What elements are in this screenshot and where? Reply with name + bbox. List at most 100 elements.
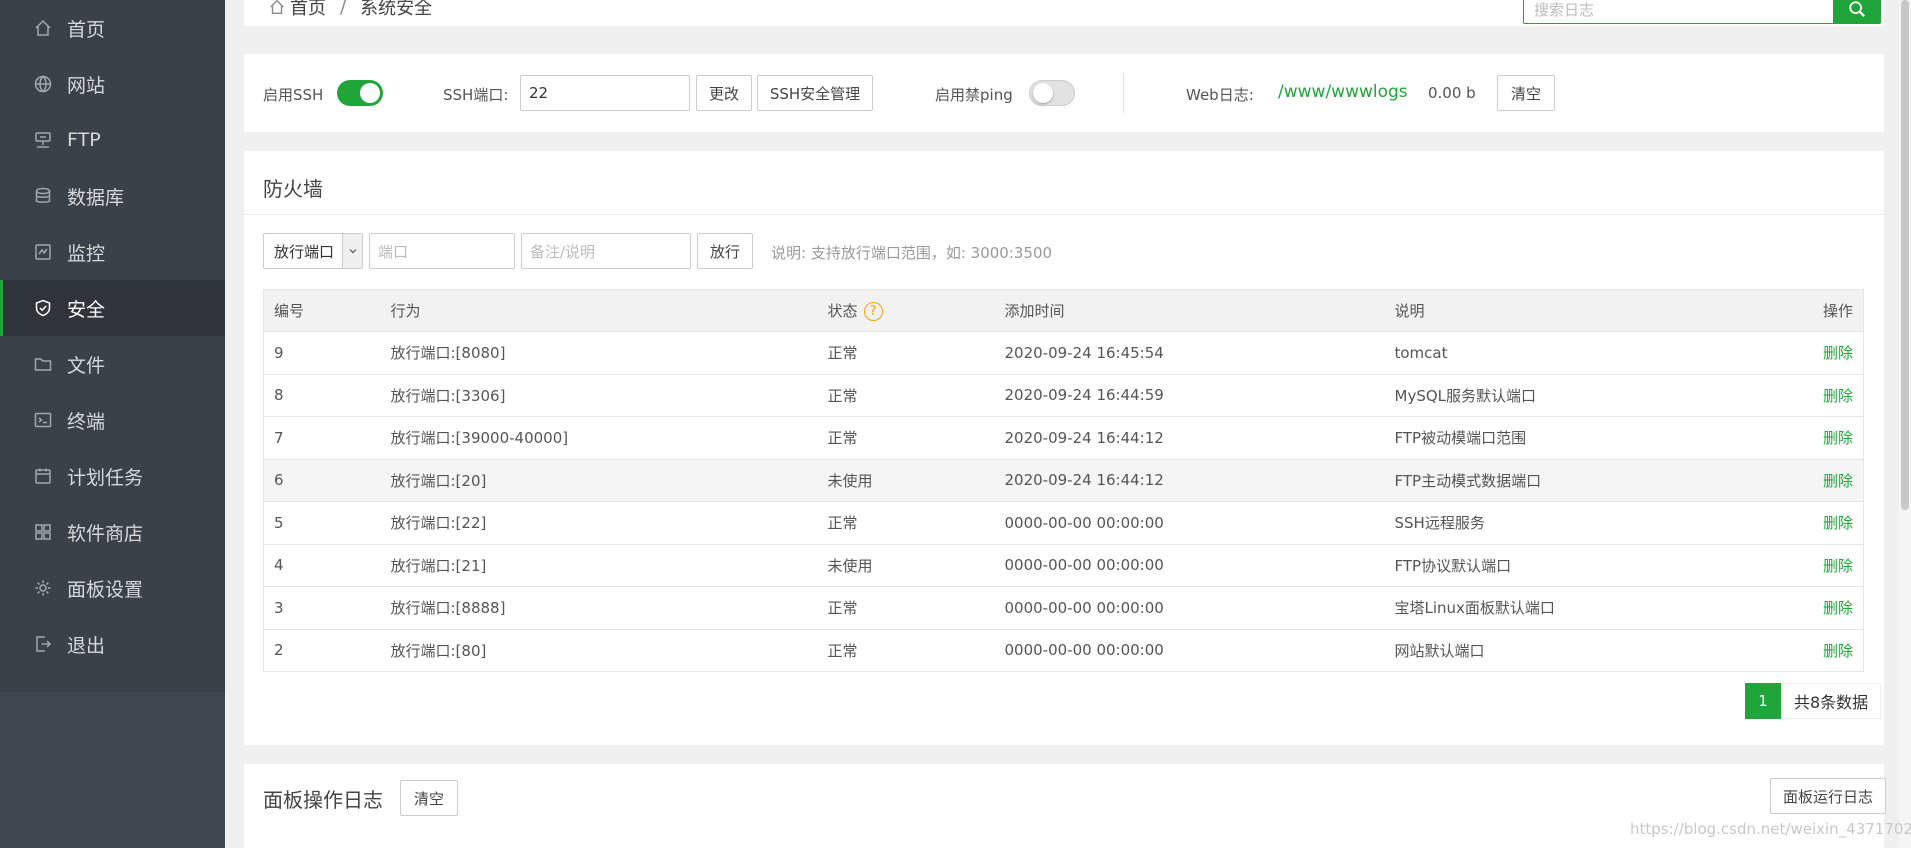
cell-id: 3	[263, 586, 381, 630]
scrollbar-thumb[interactable]	[1901, 0, 1909, 510]
breadcrumb-home[interactable]: 首页	[290, 0, 326, 20]
delete-rule-link[interactable]: 删除	[1744, 586, 1864, 630]
ssh-enable-label: 启用SSH	[263, 86, 324, 104]
weblog-path-link[interactable]: /www/wwwlogs	[1278, 82, 1408, 102]
sidebar-item-10[interactable]: 面板设置	[0, 560, 225, 616]
ping-disable-toggle[interactable]	[1029, 80, 1075, 106]
sidebar-item-4[interactable]: 监控	[0, 224, 225, 280]
table-header-row: 编号 行为 状态? 添加时间 说明 操作	[263, 289, 1864, 332]
firewall-title: 防火墙	[263, 177, 323, 201]
table-row: 3 放行端口:[8888] 正常 0000-00-00 00:00:00 宝塔Linux…	[263, 586, 1864, 630]
gear-icon	[33, 578, 53, 598]
page-1-button[interactable]: 1	[1745, 683, 1781, 719]
ssh-enable-toggle[interactable]	[337, 80, 383, 106]
cell-note: 网站默认端口	[1384, 629, 1745, 672]
cell-time: 0000-00-00 00:00:00	[994, 586, 1385, 630]
delete-rule-link[interactable]: 删除	[1744, 459, 1864, 502]
col-action: 行为	[380, 289, 818, 332]
cell-note: MySQL服务默认端口	[1384, 374, 1745, 417]
cell-status: 未使用	[817, 544, 995, 587]
weblog-label: Web日志:	[1186, 86, 1254, 104]
grid-icon	[33, 522, 53, 542]
search-icon	[1849, 1, 1865, 17]
cell-time: 2020-09-24 16:44:12	[994, 459, 1385, 502]
panel-log-clear-button[interactable]: 清空	[400, 780, 458, 816]
home-icon	[270, 0, 284, 14]
divider	[244, 214, 1884, 215]
delete-rule-link[interactable]: 删除	[1744, 629, 1864, 672]
ftp-icon	[33, 130, 53, 150]
table-row: 9 放行端口:[8080] 正常 2020-09-24 16:45:54 tomcat 删…	[263, 331, 1864, 375]
globe-icon	[33, 74, 53, 94]
cell-action: 放行端口:[8888]	[380, 586, 818, 630]
cell-action: 放行端口:[21]	[380, 544, 818, 587]
sidebar-item-label: 软件商店	[67, 522, 144, 545]
sidebar-item-6[interactable]: 文件	[0, 336, 225, 392]
sidebar-item-1[interactable]: 网站	[0, 56, 225, 112]
sidebar-item-11[interactable]: 退出	[0, 616, 225, 672]
allow-port-button[interactable]: 放行	[697, 233, 753, 269]
search-input[interactable]: 搜索日志	[1523, 0, 1835, 24]
cell-id: 4	[263, 544, 381, 587]
breadcrumb: 首页 / 系统安全	[268, 0, 432, 20]
panel-run-log-button[interactable]: 面板运行日志	[1770, 778, 1886, 814]
cell-note: FTP主动模式数据端口	[1384, 459, 1745, 502]
table-row: 7 放行端口:[39000-40000] 正常 2020-09-24 16:44:12…	[263, 416, 1864, 460]
sidebar-item-8[interactable]: 计划任务	[0, 448, 225, 504]
table-row: 8 放行端口:[3306] 正常 2020-09-24 16:44:59 MySQL服务…	[263, 374, 1864, 417]
cell-note: FTP协议默认端口	[1384, 544, 1745, 587]
sidebar-item-label: 退出	[67, 634, 106, 657]
firewall-type-select[interactable]: 放行端口	[263, 233, 363, 269]
total-count: 共8条数据	[1781, 683, 1882, 719]
help-icon[interactable]: ?	[863, 302, 883, 321]
cell-time: 2020-09-24 16:45:54	[994, 331, 1385, 375]
logout-icon	[33, 634, 53, 654]
folder-icon	[33, 354, 53, 374]
cell-status: 正常	[817, 331, 995, 375]
ssh-port-input[interactable]: 22	[520, 75, 690, 111]
delete-rule-link[interactable]: 删除	[1744, 331, 1864, 375]
sidebar-item-label: 安全	[67, 298, 106, 321]
table-row: 5 放行端口:[22] 正常 0000-00-00 00:00:00 SSH远程服务 删除	[263, 501, 1864, 545]
ssh-port-change-button[interactable]: 更改	[696, 75, 752, 111]
sidebar-item-label: 面板设置	[67, 578, 144, 601]
cell-time: 2020-09-24 16:44:12	[994, 416, 1385, 460]
top-bar: 首页 / 系统安全 搜索日志	[244, 0, 1884, 26]
cell-action: 放行端口:[39000-40000]	[380, 416, 818, 460]
sidebar-item-7[interactable]: 终端	[0, 392, 225, 448]
port-input[interactable]: 端口	[369, 233, 515, 269]
sidebar-menu: 首页网站 FTP 数据库监控安全文件终端计划任务软件商店面板设置退出	[0, 0, 225, 672]
page-scrollbar[interactable]	[1899, 0, 1911, 848]
firewall-hint: 说明: 支持放行端口范围，如: 3000:3500	[771, 244, 1053, 262]
cell-status: 正常	[817, 374, 995, 417]
shield-icon	[33, 298, 53, 318]
sidebar-item-5[interactable]: 安全	[0, 280, 225, 336]
sidebar-item-label: 文件	[67, 354, 106, 377]
delete-rule-link[interactable]: 删除	[1744, 374, 1864, 417]
delete-rule-link[interactable]: 删除	[1744, 544, 1864, 587]
col-time: 添加时间	[994, 289, 1385, 332]
calendar-icon	[33, 466, 53, 486]
sidebar-item-9[interactable]: 软件商店	[0, 504, 225, 560]
cell-id: 2	[263, 629, 381, 672]
delete-rule-link[interactable]: 删除	[1744, 416, 1864, 460]
firewall-panel: 防火墙 放行端口 端口 备注/说明 放行 说明: 支持放行端口范围，如: 300…	[244, 151, 1884, 745]
ssh-security-manage-button[interactable]: SSH安全管理	[757, 75, 873, 111]
note-input[interactable]: 备注/说明	[521, 233, 691, 269]
panel-log-title: 面板操作日志	[263, 788, 383, 812]
sidebar-item-label: 数据库	[67, 186, 125, 209]
weblog-clear-button[interactable]: 清空	[1497, 75, 1555, 111]
sidebar-item-label: 首页	[67, 18, 106, 41]
col-id: 编号	[263, 289, 381, 332]
sidebar-item-2[interactable]: FTP	[0, 112, 225, 168]
cell-action: 放行端口:[8080]	[380, 331, 818, 375]
delete-rule-link[interactable]: 删除	[1744, 501, 1864, 545]
cell-note: FTP被动模端口范围	[1384, 416, 1745, 460]
cell-status: 正常	[817, 629, 995, 672]
table-row: 6 放行端口:[20] 未使用 2020-09-24 16:44:12 FTP主动模式数…	[263, 459, 1864, 502]
sidebar-item-label: 计划任务	[67, 466, 144, 489]
cell-action: 放行端口:[3306]	[380, 374, 818, 417]
sidebar-item-3[interactable]: 数据库	[0, 168, 225, 224]
sidebar-item-0[interactable]: 首页	[0, 0, 225, 56]
search-button[interactable]	[1833, 0, 1881, 24]
